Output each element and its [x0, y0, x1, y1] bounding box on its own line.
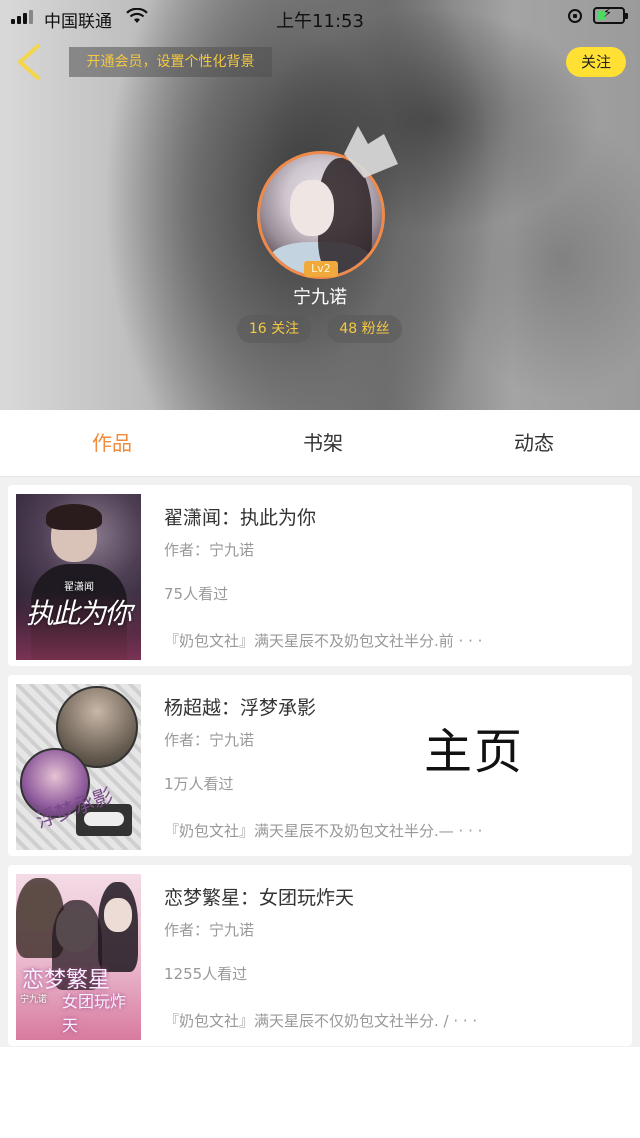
- follow-button[interactable]: 关注: [566, 47, 626, 77]
- work-read-count: 1255人看过: [164, 965, 248, 983]
- work-author: 作者：宁九诺: [164, 731, 255, 749]
- crown-icon: [344, 126, 398, 178]
- work-summary: 『奶包文社』满天星辰不及奶包文社半分.— · · ·: [164, 822, 483, 840]
- vip-background-banner[interactable]: 开通会员，设置个性化背景: [69, 47, 272, 77]
- book-cover: 翟潇闻 执此为你: [16, 494, 141, 660]
- cover-title: 执此为你: [26, 597, 132, 630]
- tab-bookshelf[interactable]: 书架: [263, 410, 383, 476]
- work-read-count: 75人看过: [164, 585, 229, 603]
- work-author: 作者：宁九诺: [164, 541, 255, 559]
- book-cover: 浮梦承影: [16, 684, 141, 850]
- works-list: 翟潇闻 执此为你 翟潇闻：执此为你 作者：宁九诺 75人看过 『奶包文社』满天星…: [0, 477, 640, 1047]
- fans-count-button[interactable]: 48 粉丝: [327, 315, 402, 343]
- status-bar: 中国联通 上午11:53 ⚡: [0, 0, 640, 36]
- chevron-left-icon: [18, 44, 40, 80]
- work-title: 杨超越：浮梦承影: [164, 697, 317, 719]
- username: 宁九诺: [293, 287, 347, 308]
- back-button[interactable]: [10, 40, 50, 84]
- work-read-count: 1万人看过: [164, 775, 234, 793]
- work-title: 恋梦繁星：女团玩炸天: [164, 887, 355, 909]
- tab-works[interactable]: 作品: [52, 410, 172, 476]
- book-cover: 恋梦繁星 宁九诺 女团玩炸天: [16, 874, 141, 1040]
- following-count-button[interactable]: 16 关注: [237, 315, 311, 343]
- work-card[interactable]: 恋梦繁星 宁九诺 女团玩炸天 恋梦繁星：女团玩炸天 作者：宁九诺 1255人看过…: [8, 865, 632, 1046]
- page-label-overlay: 主页: [424, 724, 525, 780]
- tab-activity[interactable]: 动态: [474, 410, 594, 476]
- work-title: 翟潇闻：执此为你: [164, 507, 317, 529]
- rotation-lock-icon: [568, 9, 582, 23]
- cover-subtitle: 翟潇闻: [64, 582, 94, 593]
- work-author: 作者：宁九诺: [164, 921, 255, 939]
- work-card[interactable]: 翟潇闻 执此为你 翟潇闻：执此为你 作者：宁九诺 75人看过 『奶包文社』满天星…: [8, 485, 632, 666]
- profile-tabs: 作品 书架 动态: [0, 410, 640, 477]
- battery-icon: ⚡: [593, 6, 628, 24]
- cover-subtitle: 女团玩炸天: [62, 992, 127, 1035]
- cover-author: 宁九诺: [20, 995, 48, 1005]
- work-summary: 『奶包文社』满天星辰不及奶包文社半分.前 · · ·: [164, 632, 483, 650]
- clock: 上午11:53: [276, 11, 364, 32]
- work-summary: 『奶包文社』满天星辰不仅奶包文社半分. / · · ·: [164, 1012, 478, 1030]
- work-card[interactable]: 浮梦承影 杨超越：浮梦承影 作者：宁九诺 1万人看过 『奶包文社』满天星辰不及奶…: [8, 675, 632, 856]
- level-badge: Lv2: [304, 261, 338, 277]
